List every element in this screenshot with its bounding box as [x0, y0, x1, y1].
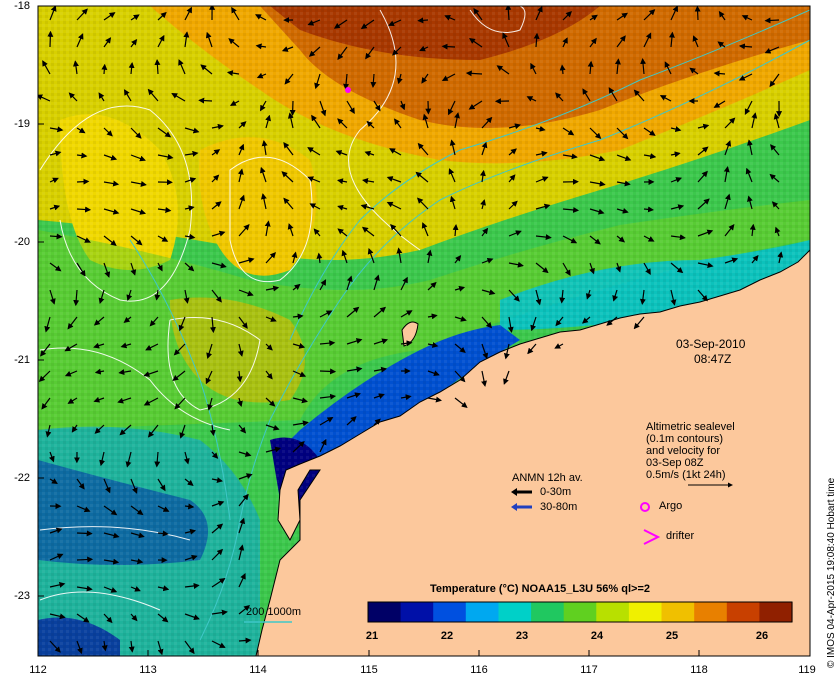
velocity-arrow — [764, 17, 780, 24]
lon-tick: 117 — [580, 664, 598, 676]
sst-field — [38, 6, 810, 656]
lon-tick: 115 — [360, 664, 378, 676]
velocity-arrow — [76, 556, 94, 563]
velocity-arrow — [47, 30, 54, 48]
velocity-arrow — [417, 17, 429, 24]
credit-text: © IMOS 04-Apr-2015 19:08:40 Hobart time — [826, 477, 837, 668]
velocity-arrow — [76, 178, 90, 185]
velocity-arrow — [441, 43, 456, 50]
colorbar-segment — [531, 602, 565, 622]
colorbar-segment — [368, 602, 402, 622]
altimetry-legend-line1: Altimetric sealevel — [646, 421, 735, 433]
altimetry-legend-line2: (0.1m contours) — [646, 433, 724, 445]
velocity-arrow — [76, 530, 93, 537]
lat-tick: -22 — [14, 472, 30, 484]
velocity-arrow — [101, 63, 108, 75]
lat-tick: -21 — [14, 354, 30, 366]
colorbar-segment — [726, 602, 760, 622]
colorbar-segment — [694, 602, 728, 622]
anmn-legend-item2: 30-80m — [540, 501, 578, 513]
velocity-arrow — [319, 368, 337, 375]
velocity-arrow — [49, 233, 63, 240]
colorbar-segment — [433, 602, 467, 622]
altimetry-legend-line4: 03-Sep 08Z — [646, 457, 704, 469]
colorbar-segment — [759, 602, 793, 622]
lat-tick: -20 — [14, 236, 30, 248]
colorbar-segment — [498, 602, 532, 622]
colorbar — [368, 602, 793, 622]
anmn-legend-item1: 0-30m — [540, 486, 572, 498]
colorbar-tick: 24 — [590, 630, 604, 642]
colorbar-tick: 23 — [515, 630, 529, 642]
velocity-arrow — [694, 6, 701, 21]
drifter-legend-label: drifter — [666, 530, 695, 542]
colorbar-tick: 22 — [440, 630, 454, 642]
lat-tick: -19 — [14, 118, 30, 130]
lon-tick: 116 — [470, 664, 488, 676]
colorbar-segment — [596, 602, 630, 622]
colorbar-tick: 25 — [665, 630, 679, 642]
colorbar-segment — [628, 602, 663, 622]
lon-tick: 112 — [29, 664, 47, 676]
velocity-arrow — [76, 206, 92, 213]
map-date: 03-Sep-2010 — [676, 337, 746, 351]
colorbar-segment — [563, 602, 597, 622]
scale-label: 0.5m/s (1kt 24h) — [646, 469, 726, 481]
isobath-legend-label: 200 1000m — [246, 606, 302, 618]
lon-tick: 114 — [249, 664, 267, 676]
lat-tick: -18 — [14, 0, 30, 12]
velocity-arrow — [289, 100, 296, 116]
colorbar-tick: 26 — [755, 630, 769, 642]
colorbar-tick: 21 — [365, 630, 379, 642]
lon-tick: 119 — [798, 664, 816, 676]
lon-tick: 113 — [139, 664, 157, 676]
colorbar-segment — [400, 602, 434, 622]
argo-legend-label: Argo — [659, 500, 683, 512]
lon-tick: 118 — [690, 664, 708, 676]
velocity-arrow — [198, 97, 213, 104]
map-time: 08:47Z — [694, 352, 732, 366]
colorbar-segment — [465, 602, 499, 622]
altimetry-legend-line3: and velocity for — [646, 445, 720, 457]
argo-float-marker — [345, 87, 351, 93]
colorbar-title: Temperature (°C) NOAA15_L3U 56% ql>=2 — [430, 583, 650, 595]
anmn-legend-title: ANMN 12h av. — [512, 472, 583, 484]
lat-tick: -23 — [14, 590, 30, 602]
colorbar-segment — [661, 602, 695, 622]
